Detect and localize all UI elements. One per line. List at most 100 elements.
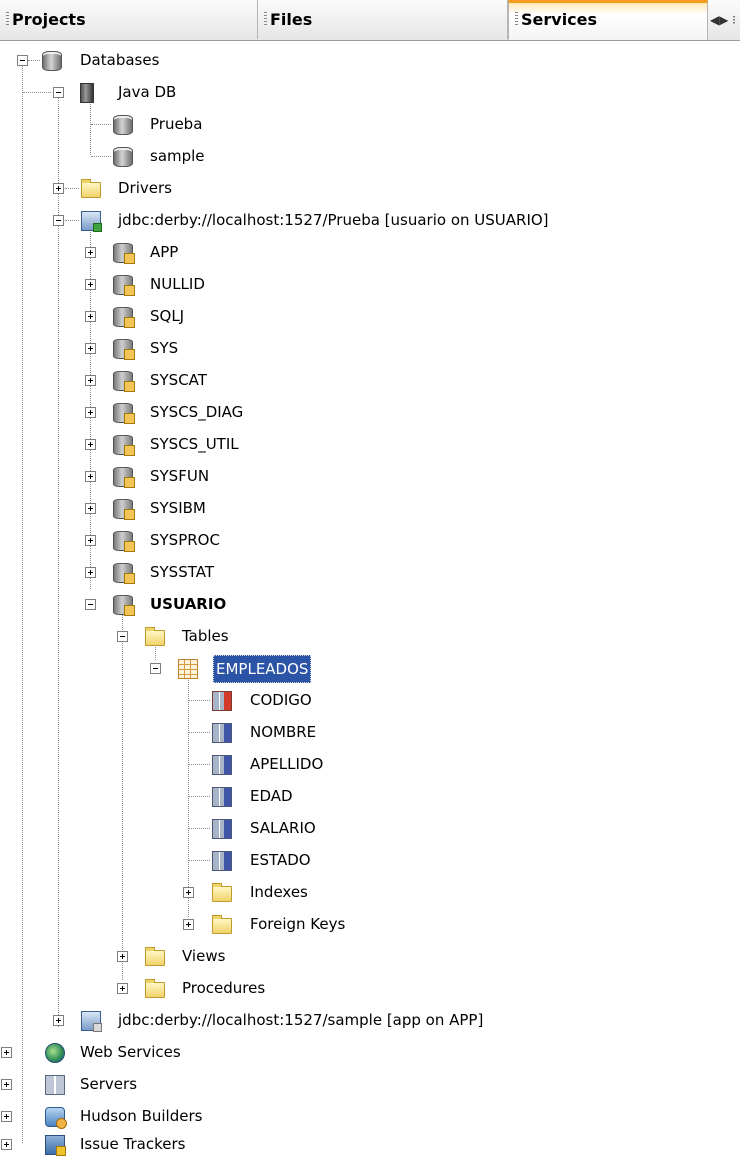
expand-icon[interactable]	[1, 1047, 12, 1058]
schema-icon	[113, 307, 135, 328]
tree-guide	[65, 220, 79, 221]
tree-guide	[189, 732, 210, 733]
collapse-icon[interactable]	[117, 631, 128, 642]
node-label: SYSPROC	[150, 531, 220, 549]
schema-icon	[113, 467, 135, 488]
schema-icon	[113, 563, 135, 584]
issue-tracker-icon	[45, 1135, 66, 1156]
column-icon	[212, 787, 232, 807]
tab-services[interactable]: Services	[508, 0, 708, 40]
database-icon	[113, 147, 133, 167]
node-label: Drivers	[118, 179, 172, 197]
scroll-tabs-icon[interactable]: ◀▶ ⁝	[706, 0, 740, 39]
tree-guide	[189, 796, 210, 797]
node-label: CODIGO	[250, 691, 312, 709]
node-label: SYSFUN	[150, 467, 210, 485]
node-label: NULLID	[150, 275, 205, 293]
node-label: NOMBRE	[250, 723, 317, 741]
web-services-icon	[45, 1043, 65, 1063]
database-icon	[42, 51, 62, 71]
schema-icon	[113, 339, 135, 360]
expand-icon[interactable]	[85, 343, 96, 354]
server-icon	[80, 83, 94, 103]
expand-icon[interactable]	[1, 1079, 12, 1090]
services-tree: Databases Java DB Prueba sample Drivers …	[0, 40, 740, 1156]
node-label: ESTADO	[250, 851, 311, 869]
expand-icon[interactable]	[85, 567, 96, 578]
tree-guide	[23, 92, 51, 93]
column-icon	[212, 723, 232, 743]
expand-icon[interactable]	[1, 1111, 12, 1122]
folder-icon	[81, 179, 101, 198]
tree-guide	[122, 606, 123, 980]
expand-icon[interactable]	[85, 375, 96, 386]
folder-icon	[145, 947, 165, 966]
node-label: SALARIO	[250, 819, 316, 837]
tree-guide	[189, 700, 210, 701]
node-label: Foreign Keys	[250, 915, 346, 933]
node-label: Databases	[80, 51, 160, 69]
tab-label: Services	[521, 10, 598, 29]
schema-icon	[113, 435, 135, 456]
grip-icon	[515, 12, 518, 27]
expand-icon[interactable]	[85, 503, 96, 514]
tab-projects[interactable]: Projects	[0, 0, 258, 39]
expand-icon[interactable]	[183, 919, 194, 930]
expand-icon[interactable]	[53, 183, 64, 194]
schema-icon	[113, 243, 135, 264]
expand-icon[interactable]	[183, 887, 194, 898]
expand-icon[interactable]	[85, 439, 96, 450]
expand-icon[interactable]	[85, 311, 96, 322]
expand-icon[interactable]	[85, 279, 96, 290]
tree-guide	[188, 670, 189, 917]
collapse-icon[interactable]	[150, 663, 161, 674]
folder-icon	[145, 979, 165, 998]
node-label: USUARIO	[150, 595, 227, 613]
expand-icon[interactable]	[117, 983, 128, 994]
schema-icon	[113, 371, 135, 392]
tree-guide	[189, 764, 210, 765]
tree-guide	[90, 98, 91, 155]
tree-guide	[189, 828, 210, 829]
schema-icon	[113, 403, 135, 424]
node-label: SQLJ	[150, 307, 185, 325]
tree-guide	[189, 860, 210, 861]
schema-icon	[113, 595, 135, 616]
expand-icon[interactable]	[85, 407, 96, 418]
node-label: EMPLEADOS	[213, 655, 312, 683]
expand-icon[interactable]	[85, 247, 96, 258]
tree-guide	[91, 124, 111, 125]
node-label: SYS	[150, 339, 179, 357]
tab-files[interactable]: Files	[258, 0, 508, 39]
expand-icon[interactable]	[85, 471, 96, 482]
node-label: Servers	[80, 1075, 138, 1093]
schema-icon	[113, 275, 135, 296]
tab-label: Files	[270, 10, 313, 29]
schema-icon	[113, 499, 135, 520]
node-label: Procedures	[182, 979, 266, 997]
collapse-icon[interactable]	[17, 55, 28, 66]
grip-icon	[264, 12, 267, 27]
expand-icon[interactable]	[117, 951, 128, 962]
collapse-icon[interactable]	[53, 87, 64, 98]
node-label: Issue Trackers	[80, 1135, 186, 1153]
node-label: Tables	[182, 627, 229, 645]
database-icon	[113, 115, 133, 135]
node-label: sample	[150, 147, 205, 165]
column-icon	[212, 851, 232, 871]
tree-guide	[65, 188, 79, 189]
node-label: Web Services	[80, 1043, 181, 1061]
node-label: SYSCS_UTIL	[150, 435, 239, 453]
node-label: Java DB	[118, 83, 177, 101]
node-label: APELLIDO	[250, 755, 324, 773]
table-icon	[178, 659, 198, 679]
expand-icon[interactable]	[53, 1015, 64, 1026]
collapse-icon[interactable]	[53, 215, 64, 226]
expand-icon[interactable]	[85, 535, 96, 546]
node-label: SYSCS_DIAG	[150, 403, 244, 421]
connection-icon	[81, 211, 102, 232]
expand-icon[interactable]	[1, 1139, 12, 1150]
collapse-icon[interactable]	[85, 599, 96, 610]
disconnected-connection-icon	[81, 1011, 102, 1032]
node-label: SYSIBM	[150, 499, 206, 517]
